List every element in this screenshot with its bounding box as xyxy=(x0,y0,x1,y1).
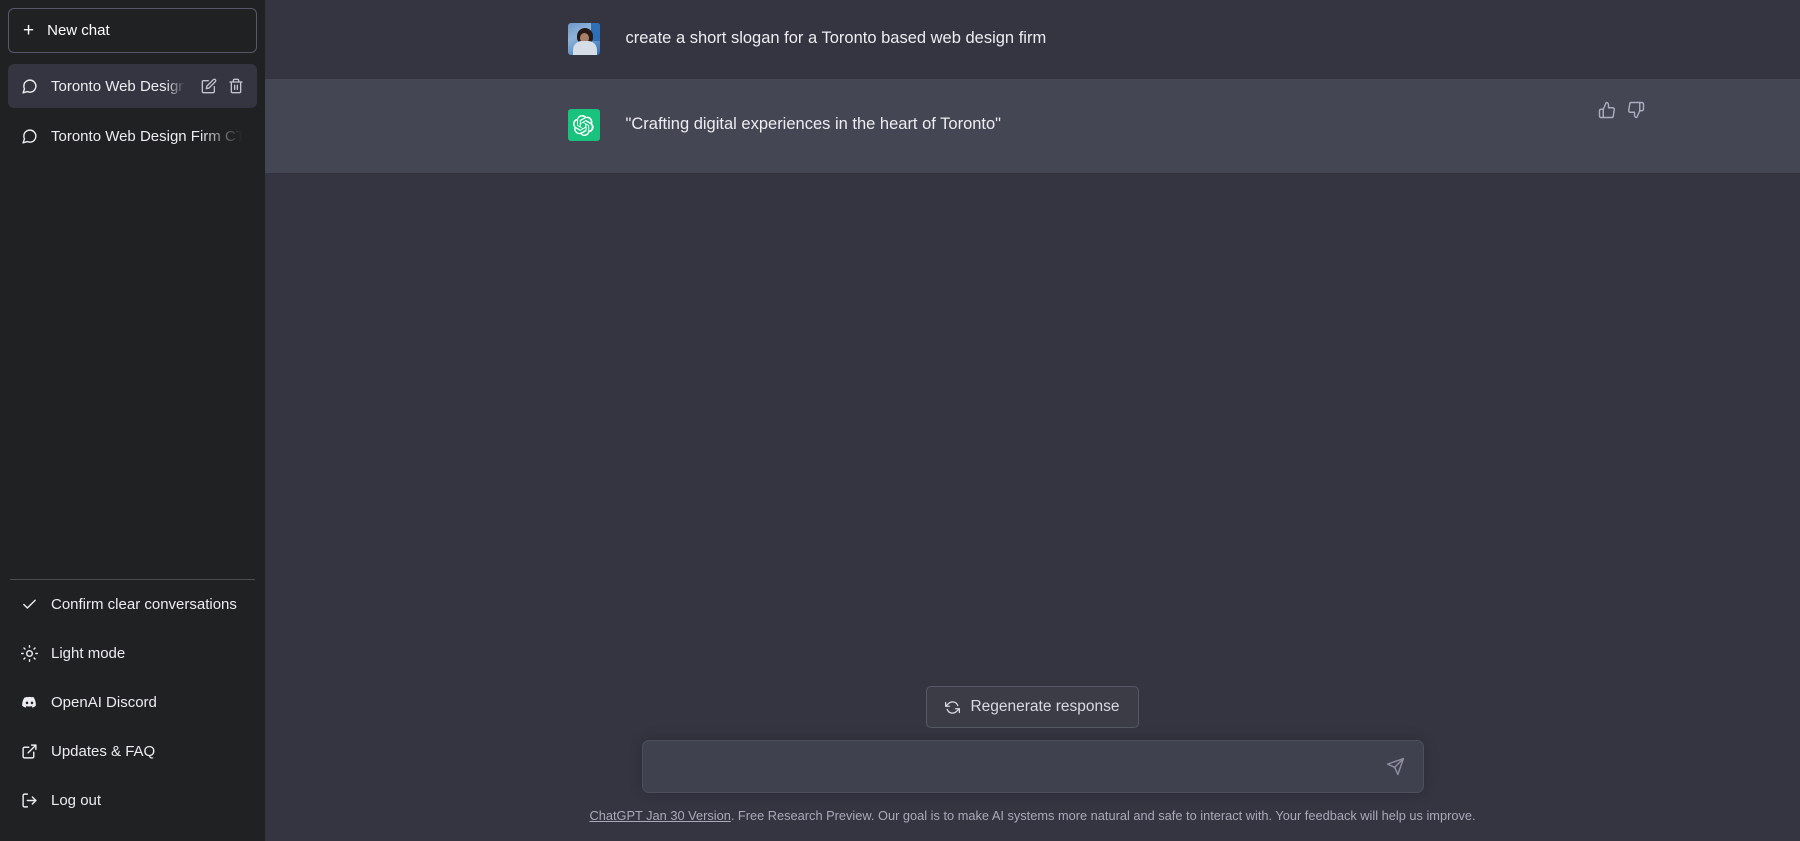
sun-icon xyxy=(21,645,38,662)
conversation-item-1[interactable]: Toronto Web Design Firm CTA xyxy=(8,114,257,158)
message-row-assistant: "Crafting digital experiences in the hea… xyxy=(265,78,1800,174)
sidebar-item-label: Light mode xyxy=(51,645,126,662)
send-button[interactable] xyxy=(1382,753,1409,780)
message-inner: "Crafting digital experiences in the hea… xyxy=(567,79,1644,173)
message-inner: create a short slogan for a Toronto base… xyxy=(567,0,1498,78)
send-icon xyxy=(1386,757,1405,776)
chat-bubble-icon xyxy=(21,128,38,145)
sidebar-item-label: Log out xyxy=(51,792,102,809)
regenerate-response-button[interactable]: Regenerate response xyxy=(926,686,1139,729)
message-text-assistant: "Crafting digital experiences in the hea… xyxy=(625,115,1002,133)
message-list: create a short slogan for a Toronto base… xyxy=(265,0,1800,174)
logout-icon xyxy=(21,792,38,809)
sidebar-item-light-mode[interactable]: Light mode xyxy=(8,629,257,678)
composer[interactable] xyxy=(641,740,1424,794)
plus-icon: + xyxy=(23,20,35,41)
bottom-bar: Regenerate response ChatGPT Jan 30 Versi… xyxy=(265,686,1800,841)
footer-disclaimer: ChatGPT Jan 30 Version. Free Research Pr… xyxy=(589,793,1475,841)
main-content: create a short slogan for a Toronto base… xyxy=(265,0,1800,841)
footer-rest-text: . Free Research Preview. Our goal is to … xyxy=(730,808,1476,824)
conversation-item-0[interactable]: Toronto Web Design Sl xyxy=(8,64,257,108)
regenerate-response-label: Regenerate response xyxy=(970,698,1120,716)
external-link-icon xyxy=(21,743,38,760)
sidebar-item-openai-discord[interactable]: OpenAI Discord xyxy=(8,678,257,727)
refresh-icon xyxy=(945,700,961,715)
sidebar-item-label: Confirm clear conversations xyxy=(51,596,237,613)
openai-logo-icon xyxy=(567,109,600,141)
thumbs-up-icon[interactable] xyxy=(1598,101,1616,119)
sidebar-item-label: OpenAI Discord xyxy=(51,694,157,711)
conversation-title-1: Toronto Web Design Firm CTA xyxy=(51,127,244,145)
new-chat-label: New chat xyxy=(47,22,110,39)
sidebar-item-updates-faq[interactable]: Updates & FAQ xyxy=(8,727,257,776)
trash-icon[interactable] xyxy=(228,78,244,94)
version-link[interactable]: ChatGPT Jan 30 Version xyxy=(589,808,730,823)
sidebar-item-confirm-clear-conversations[interactable]: Confirm clear conversations xyxy=(8,580,257,629)
conversation-actions-0 xyxy=(201,78,244,94)
sidebar-item-log-out[interactable]: Log out xyxy=(8,776,257,825)
conversation-list: Toronto Web Design Sl xyxy=(8,64,257,158)
edit-icon[interactable] xyxy=(201,78,217,94)
avatar xyxy=(567,23,600,55)
message-text-user: create a short slogan for a Toronto base… xyxy=(625,29,1047,47)
chatgpt-app: + New chat Toronto Web Design Sl xyxy=(0,0,1800,841)
chat-bubble-icon xyxy=(21,78,38,95)
sidebar: + New chat Toronto Web Design Sl xyxy=(0,0,265,841)
new-chat-button[interactable]: + New chat xyxy=(8,8,257,53)
check-icon xyxy=(21,596,38,613)
thumbs-down-icon[interactable] xyxy=(1627,101,1645,119)
feedback-buttons xyxy=(1598,101,1645,119)
conversation-title-0: Toronto Web Design Sl xyxy=(51,77,188,95)
chat-input[interactable] xyxy=(658,757,1382,776)
discord-icon xyxy=(21,694,38,711)
sidebar-menu: Confirm clear conversations Light mode O… xyxy=(8,580,257,833)
message-row-user: create a short slogan for a Toronto base… xyxy=(265,0,1800,78)
regenerate-wrap: Regenerate response xyxy=(265,686,1800,729)
sidebar-item-label: Updates & FAQ xyxy=(51,743,156,760)
